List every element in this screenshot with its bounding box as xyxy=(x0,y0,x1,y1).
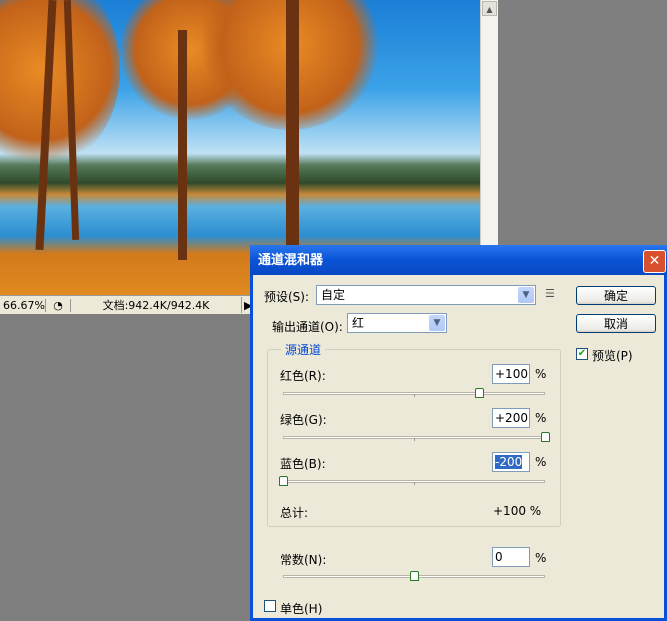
blue-label: 蓝色(B): xyxy=(280,457,326,471)
chevron-down-icon: ▼ xyxy=(429,315,445,331)
unit-label: % xyxy=(535,367,547,381)
preset-select[interactable]: 自定 ▼ xyxy=(316,285,536,305)
scroll-up-arrow-icon[interactable]: ▲ xyxy=(482,1,497,16)
total-value: +100 % xyxy=(493,504,542,518)
preview-checkbox[interactable]: ✔ xyxy=(576,348,588,360)
dialog-titlebar[interactable]: 通道混和器 ✕ xyxy=(250,245,667,275)
preset-options-icon[interactable]: ☰ xyxy=(545,287,555,300)
unit-label: % xyxy=(535,551,547,565)
blue-slider-thumb[interactable] xyxy=(279,476,288,486)
constant-input[interactable]: 0 xyxy=(492,547,530,567)
green-label: 绿色(G): xyxy=(280,413,327,427)
blue-value-selected: -200 xyxy=(495,455,523,469)
output-channel-label: 输出通道(O): xyxy=(272,320,343,334)
dialog-title: 通道混和器 xyxy=(258,253,324,268)
constant-label: 常数(N): xyxy=(280,553,327,567)
green-slider-thumb[interactable] xyxy=(541,432,550,442)
source-channels-title: 源通道 xyxy=(281,341,326,358)
blue-input[interactable]: -200 xyxy=(492,452,530,472)
document-size: 文档:942.4K/942.4K xyxy=(71,297,242,313)
navigator-icon[interactable]: ◔ xyxy=(46,298,71,312)
red-label: 红色(R): xyxy=(280,369,326,383)
zoom-level[interactable]: 66.67% xyxy=(0,298,46,312)
monochrome-checkbox[interactable] xyxy=(264,600,276,612)
cancel-button[interactable]: 取消 xyxy=(576,314,656,333)
close-button[interactable]: ✕ xyxy=(643,250,666,273)
output-channel-select[interactable]: 红 ▼ xyxy=(347,313,447,333)
preset-value: 自定 xyxy=(321,288,346,302)
red-input[interactable]: +100 xyxy=(492,364,530,384)
red-slider-thumb[interactable] xyxy=(475,388,484,398)
green-input[interactable]: +200 xyxy=(492,408,530,428)
channel-mixer-dialog: 通道混和器 ✕ 预设(S): 自定 ▼ ☰ 输出通道(O): 红 ▼ 确定 取消 ✔… xyxy=(250,245,667,621)
unit-label: % xyxy=(535,411,547,425)
monochrome-label: 单色(H) xyxy=(280,602,323,616)
preset-label: 预设(S): xyxy=(264,290,310,304)
output-channel-value: 红 xyxy=(352,316,365,330)
ok-button[interactable]: 确定 xyxy=(576,286,656,305)
chevron-down-icon: ▼ xyxy=(518,287,534,303)
total-label: 总计: xyxy=(280,506,309,520)
preview-label: 预览(P) xyxy=(592,349,633,363)
constant-slider-thumb[interactable] xyxy=(410,571,419,581)
unit-label: % xyxy=(535,455,547,469)
